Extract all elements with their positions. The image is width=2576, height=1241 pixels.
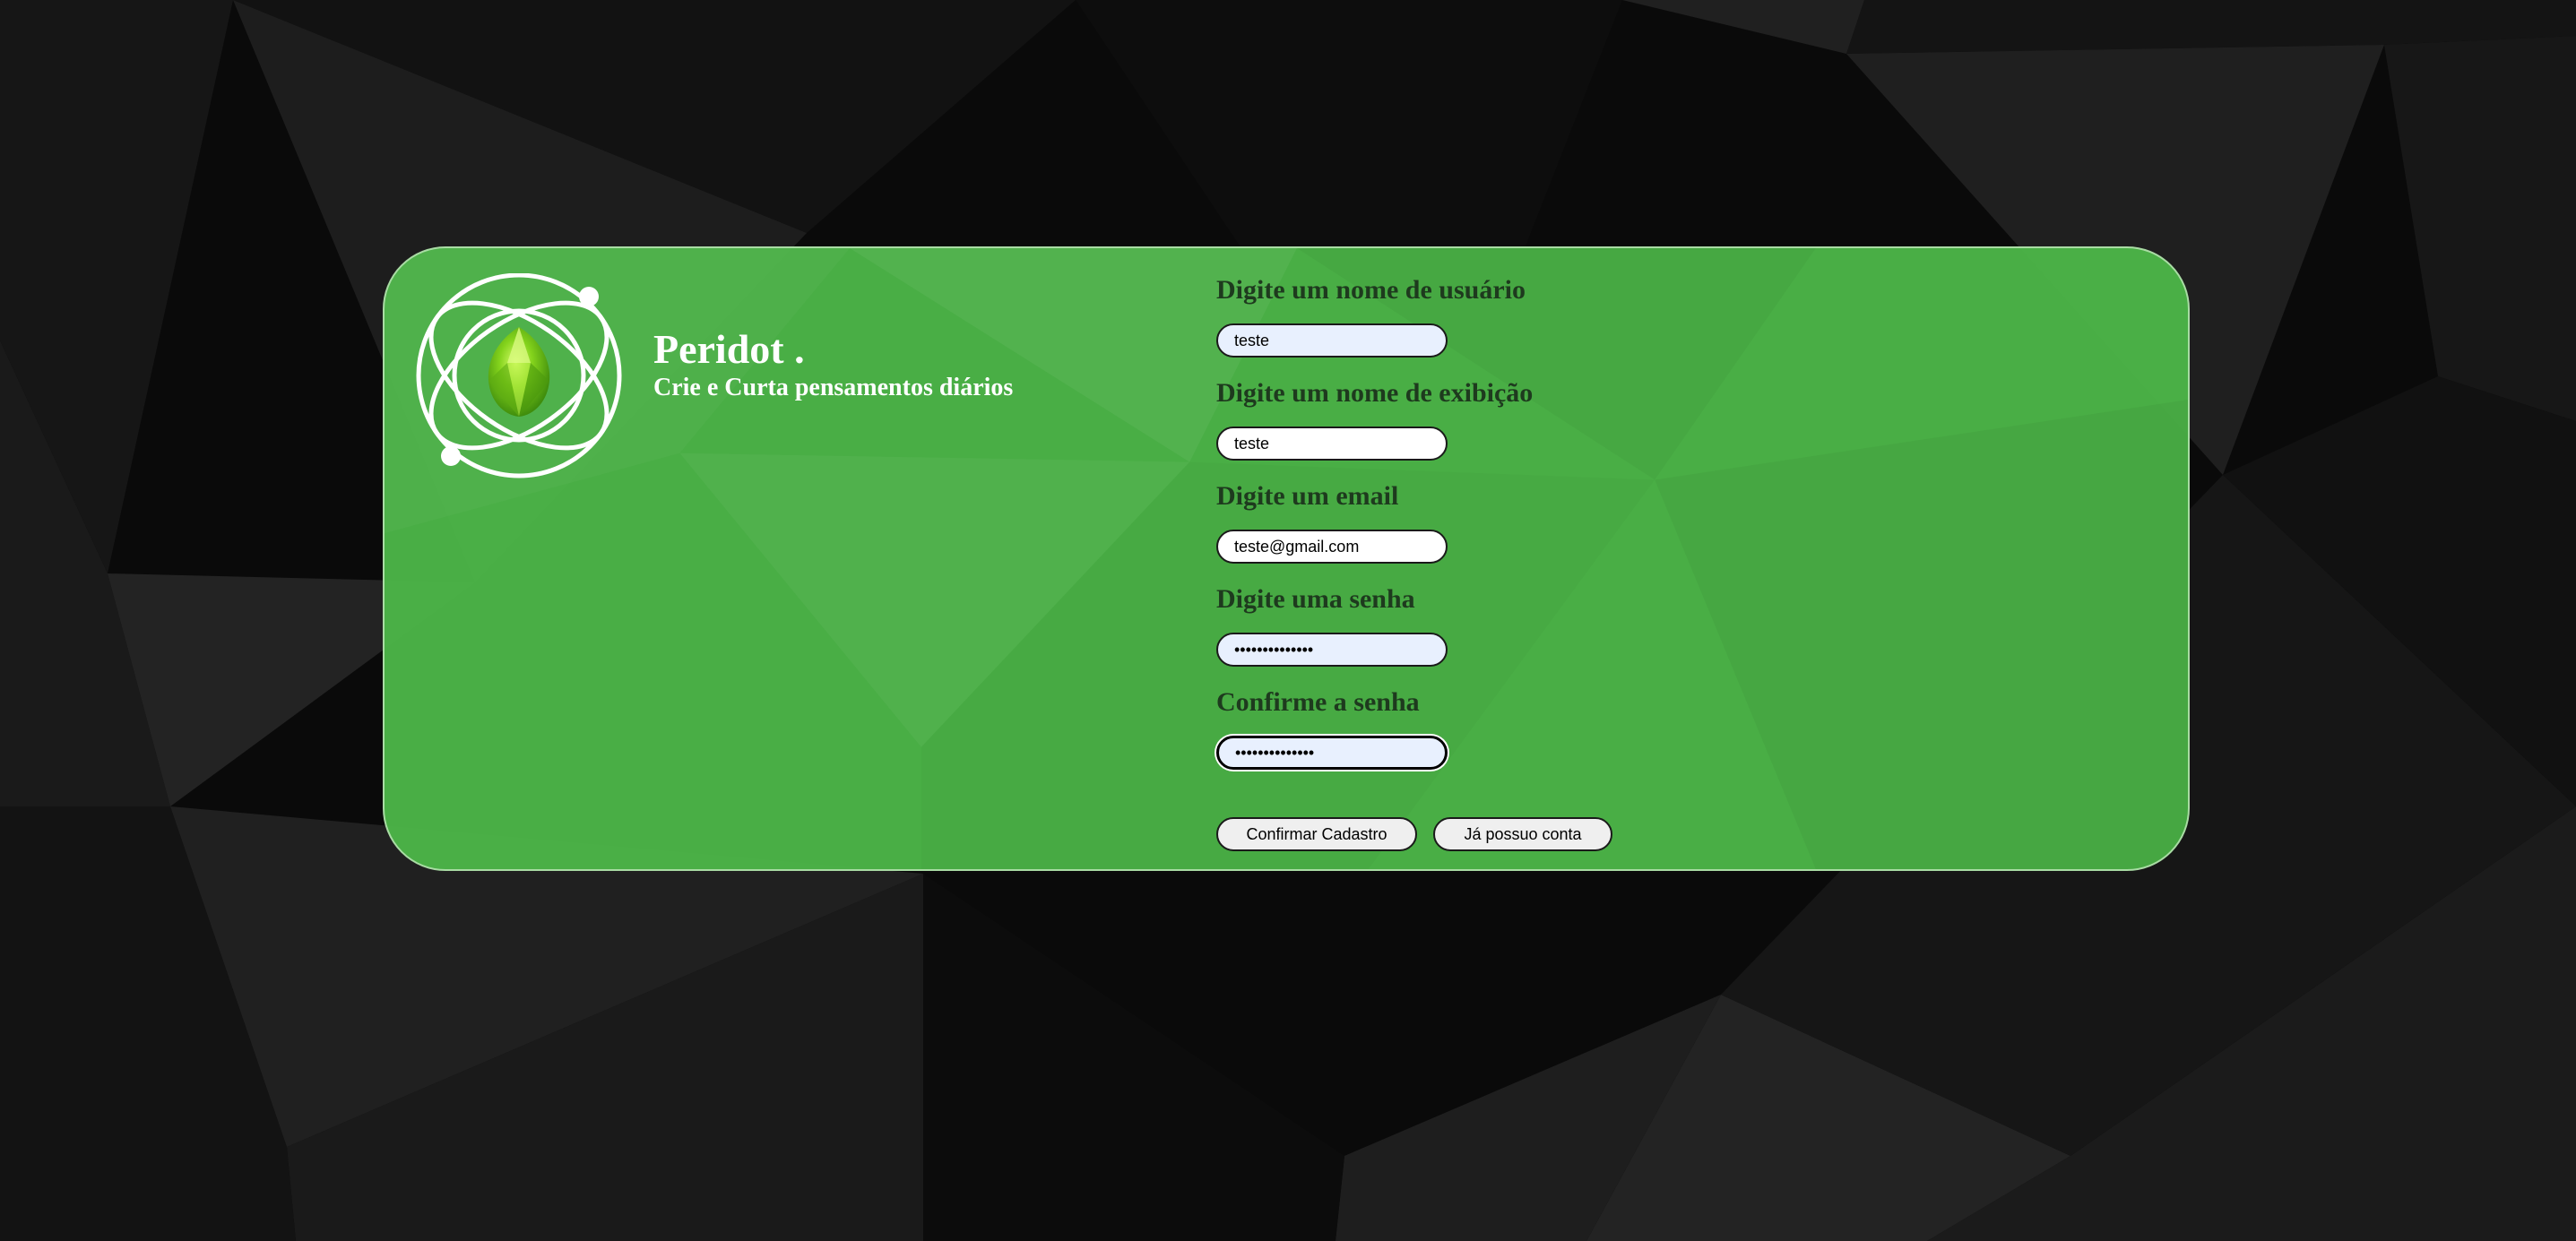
peridot-gem-orbit-logo [416,273,622,478]
brand-tagline: Crie e Curta pensamentos diários [653,374,1014,401]
email-input[interactable] [1216,530,1448,564]
confirm-signup-button[interactable]: Confirmar Cadastro [1216,817,1417,851]
username-input[interactable] [1216,323,1448,358]
password-label: Digite uma senha [1216,584,1415,614]
email-label: Digite um email [1216,481,1399,511]
signup-card: Peridot . Crie e Curta pensamentos diári… [383,246,2190,871]
have-account-button[interactable]: Já possuo conta [1433,817,1612,851]
display-name-input[interactable] [1216,427,1448,461]
signup-form: Digite um nome de usuário Digite um nome… [1216,248,1844,869]
display-name-label: Digite um nome de exibição [1216,378,1534,408]
password-input[interactable] [1216,633,1448,667]
confirm-password-label: Confirme a senha [1216,687,1420,717]
confirm-password-input[interactable] [1216,736,1448,770]
username-label: Digite um nome de usuário [1216,275,1526,305]
brand-title: Peridot . [653,326,805,372]
